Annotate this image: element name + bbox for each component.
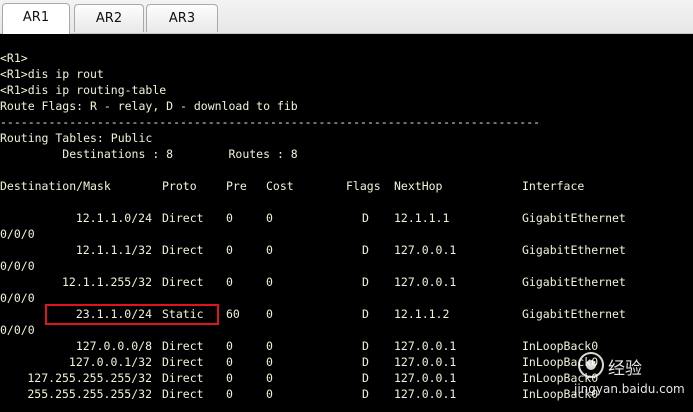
tab-ar2[interactable]: AR2 — [74, 4, 144, 32]
route-interface: GigabitEthernet — [522, 243, 626, 257]
header-nexthop: NextHop — [394, 179, 443, 193]
route-dest: 12.1.1.1/32 — [75, 243, 152, 257]
tables-label: Routing Tables: Public — [0, 131, 153, 145]
tab-ar3[interactable]: AR3 — [146, 4, 218, 32]
table-row: 12.1.1.1/32 Direct 0 0 D 127.0.0.1 Gigab… — [0, 242, 693, 258]
watermark-url: jingyan.baidu.com — [574, 382, 685, 396]
table-row: 12.1.1.255/32 Direct 0 0 D 127.0.0.1 Gig… — [0, 274, 693, 290]
tab-ar1[interactable]: AR1 — [2, 3, 70, 34]
route-interface: GigabitEthernet — [522, 307, 626, 321]
route-nexthop: 127.0.0.1 — [394, 371, 457, 385]
header-cost: Cost — [266, 179, 294, 193]
route-flags: D — [362, 339, 369, 353]
route-pre: 0 — [226, 339, 233, 353]
route-pre: 0 — [226, 211, 233, 225]
table-row: 12.1.1.0/24 Direct 0 0 D 12.1.1.1 Gigabi… — [0, 210, 693, 226]
route-cost: 0 — [266, 243, 273, 257]
route-dest: 12.1.1.0/24 — [75, 211, 152, 225]
console-line: Route Flags: R - relay, D - download to … — [0, 99, 298, 113]
route-nexthop: 127.0.0.1 — [394, 243, 457, 257]
watermark-brand: 经验 — [608, 359, 642, 379]
route-proto: Direct — [162, 243, 204, 257]
summary-line: Destinations : 8 Routes : 8 — [0, 147, 298, 161]
header-proto: Proto — [162, 179, 197, 193]
route-proto: Direct — [162, 387, 204, 401]
route-proto: Direct — [162, 275, 204, 289]
route-flags: D — [362, 355, 369, 369]
route-proto: Direct — [162, 371, 204, 385]
route-interface-wrap: 0/0/0 — [0, 259, 35, 273]
route-flags: D — [362, 275, 369, 289]
console-line: <R1>dis ip rout — [0, 67, 104, 81]
route-flags: D — [362, 211, 369, 225]
route-flags: D — [362, 387, 369, 401]
route-cost: 0 — [266, 339, 273, 353]
route-proto: Direct — [162, 339, 204, 353]
route-nexthop: 12.1.1.1 — [394, 211, 450, 225]
console-line: <R1>dis ip routing-table — [0, 83, 167, 97]
separator-line: ----------------------------------------… — [0, 115, 541, 129]
header-dest: Destination/Mask — [0, 179, 111, 193]
table-header: Destination/Mask Proto Pre Cost Flags Ne… — [0, 178, 693, 194]
route-nexthop: 127.0.0.1 — [394, 387, 457, 401]
route-flags: D — [362, 307, 369, 321]
route-cost: 0 — [266, 371, 273, 385]
route-interface: GigabitEthernet — [522, 275, 626, 289]
route-flags: D — [362, 371, 369, 385]
route-cost: 0 — [266, 387, 273, 401]
route-dest: 127.0.0.1/32 — [68, 355, 152, 369]
header-flags: Flags — [346, 179, 381, 193]
route-nexthop: 127.0.0.1 — [394, 339, 457, 353]
route-proto: Direct — [162, 355, 204, 369]
watermark: 经验 jingyan.baidu.com — [574, 352, 685, 402]
route-interface: GigabitEthernet — [522, 211, 626, 225]
route-dest: 12.1.1.255/32 — [61, 275, 152, 289]
route-pre: 60 — [226, 307, 240, 321]
paw-logo-icon — [578, 352, 604, 378]
static-route-highlight — [45, 304, 219, 325]
route-pre: 0 — [226, 371, 233, 385]
route-dest: 127.255.255.255/32 — [27, 371, 152, 385]
tab-bar: AR1 AR2 AR3 — [0, 0, 693, 34]
route-nexthop: 127.0.0.1 — [394, 355, 457, 369]
route-flags: D — [362, 243, 369, 257]
route-cost: 0 — [266, 211, 273, 225]
route-pre: 0 — [226, 275, 233, 289]
route-nexthop: 12.1.1.2 — [394, 307, 450, 321]
route-dest: 127.0.0.0/8 — [75, 339, 152, 353]
route-cost: 0 — [266, 355, 273, 369]
route-pre: 0 — [226, 355, 233, 369]
route-interface-wrap: 0/0/0 — [0, 227, 35, 241]
route-pre: 0 — [226, 387, 233, 401]
route-pre: 0 — [226, 243, 233, 257]
header-pre: Pre — [226, 179, 247, 193]
route-cost: 0 — [266, 275, 273, 289]
route-dest: 255.255.255.255/32 — [27, 387, 152, 401]
console-line: <R1> — [0, 51, 28, 65]
route-proto: Direct — [162, 211, 204, 225]
route-nexthop: 127.0.0.1 — [394, 275, 457, 289]
route-cost: 0 — [266, 307, 273, 321]
header-interface: Interface — [522, 179, 585, 193]
